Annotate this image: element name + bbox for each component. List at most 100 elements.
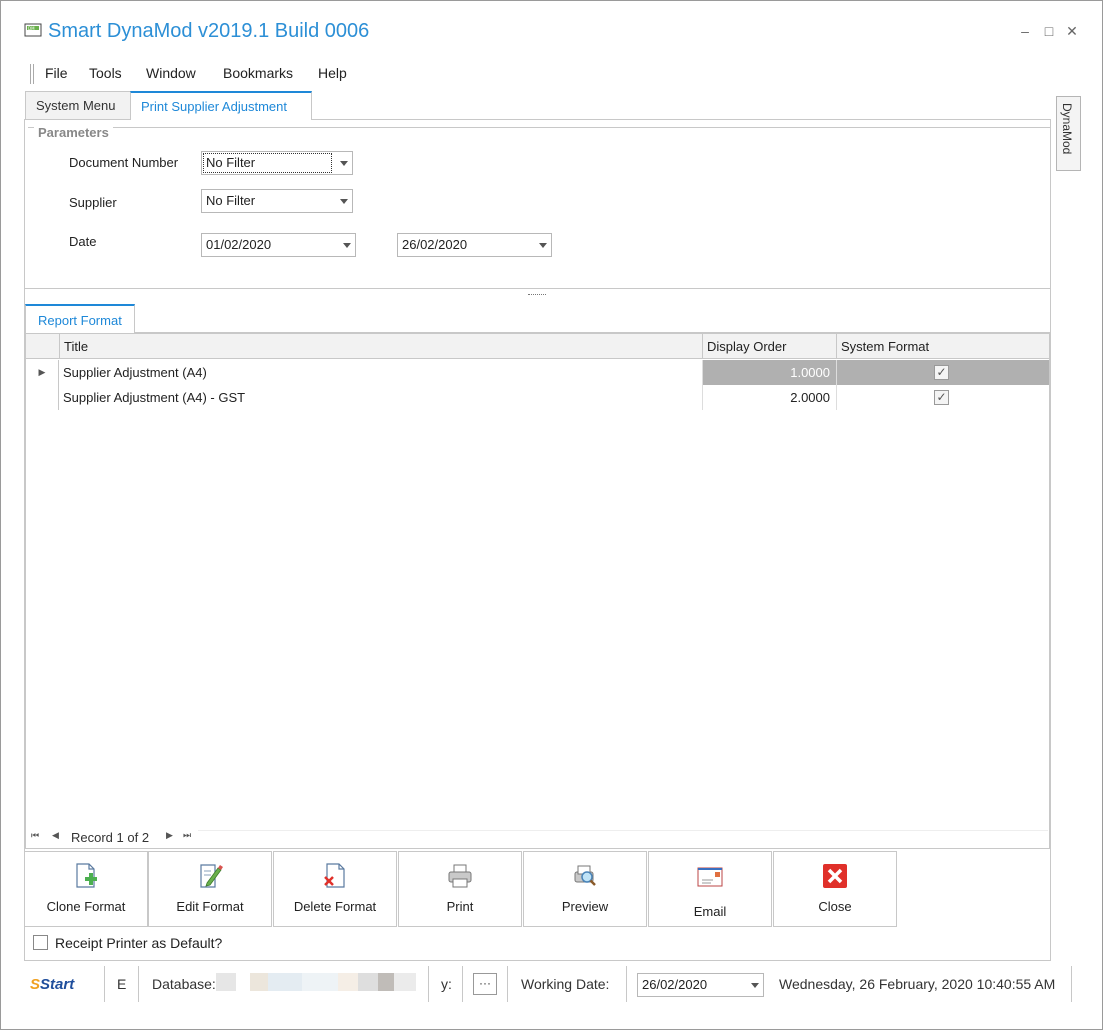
column-header-title[interactable]: Title: [59, 334, 702, 359]
previous-record-icon[interactable]: ◀: [52, 830, 59, 841]
system-format-checkbox[interactable]: ✓: [934, 390, 949, 405]
document-number-combo[interactable]: No Filter: [201, 151, 353, 175]
cell-display-order: 1.0000: [702, 360, 836, 385]
email-label: Email: [693, 904, 727, 919]
table-row[interactable]: ▶ Supplier Adjustment (A4) 1.0000 ✓: [26, 360, 1049, 385]
chevron-down-icon: [343, 243, 351, 248]
record-count-text: Record 1 of 2: [71, 830, 150, 845]
close-window-button[interactable]: ✕: [1063, 22, 1081, 40]
splitter-grip[interactable]: [528, 294, 546, 296]
date-to-value: 26/02/2020: [402, 237, 468, 252]
chevron-down-icon: [340, 161, 348, 166]
start-button[interactable]: SStart: [30, 976, 74, 993]
status-separator: [138, 966, 139, 1002]
edit-document-icon: [200, 864, 223, 888]
splitter[interactable]: [25, 288, 1050, 289]
first-record-icon[interactable]: ⏮: [31, 830, 39, 841]
receipt-printer-label: Receipt Printer as Default?: [55, 935, 223, 951]
printer-icon: [448, 864, 472, 888]
delete-format-label: Delete Format: [293, 899, 377, 914]
menu-bookmarks[interactable]: Bookmarks: [223, 65, 293, 81]
cell-display-order: 2.0000: [702, 385, 836, 410]
menu-help[interactable]: Help: [318, 65, 347, 81]
side-tab-dynamod[interactable]: DynaMod: [1056, 96, 1081, 171]
working-date-combo[interactable]: 26/02/2020: [637, 973, 764, 997]
minimize-button[interactable]: –: [1016, 22, 1034, 40]
last-record-icon[interactable]: ⏭: [183, 830, 191, 841]
side-tab-label: DynaMod: [1060, 103, 1074, 155]
parameters-group: [28, 127, 1050, 287]
document-number-label: Document Number: [69, 155, 179, 170]
cell-system-format: ✓: [836, 360, 1049, 385]
clone-format-label: Clone Format: [46, 899, 126, 914]
email-button[interactable]: Email: [648, 851, 772, 927]
working-date-value: 26/02/2020: [642, 977, 708, 992]
status-separator: [507, 966, 508, 1002]
focus-indicator: [203, 153, 332, 173]
status-separator: [428, 966, 429, 1002]
supplier-label: Supplier: [69, 195, 117, 210]
start-logo-icon: S: [30, 976, 41, 993]
supplier-combo[interactable]: No Filter: [201, 189, 353, 213]
column-header-system-format[interactable]: System Format: [836, 334, 1049, 359]
date-from-value: 01/02/2020: [206, 237, 272, 252]
date-to-combo[interactable]: 26/02/2020: [397, 233, 552, 257]
print-button[interactable]: Print: [398, 851, 522, 927]
status-y-label: y:: [441, 976, 452, 992]
cell-title: Supplier Adjustment (A4): [63, 365, 207, 380]
chevron-down-icon: [340, 199, 348, 204]
delete-format-button[interactable]: Delete Format: [273, 851, 397, 927]
next-record-icon[interactable]: ▶: [166, 830, 173, 841]
preview-magnifier-icon: [574, 865, 596, 886]
status-e-label: E: [117, 976, 127, 992]
svg-text:DM: DM: [28, 26, 35, 31]
preview-button[interactable]: Preview: [523, 851, 647, 927]
app-title: Smart DynaMod v2019.1 Build 0006: [48, 20, 370, 42]
envelope-icon: [697, 867, 723, 887]
chevron-down-icon: [539, 243, 547, 248]
status-separator: [104, 966, 105, 1002]
clone-format-button[interactable]: Clone Format: [24, 851, 148, 927]
database-label: Database:: [152, 976, 216, 992]
close-button[interactable]: Close: [773, 851, 897, 927]
menu-grip: [30, 64, 34, 84]
tab-report-format[interactable]: Report Format: [25, 304, 135, 333]
database-value-redacted: [216, 973, 416, 991]
receipt-printer-checkbox[interactable]: [33, 935, 48, 950]
preview-label: Preview: [561, 899, 609, 914]
menu-file[interactable]: File: [45, 65, 68, 81]
column-header-display-order[interactable]: Display Order: [702, 334, 836, 359]
current-datetime: Wednesday, 26 February, 2020 10:40:55 AM: [779, 976, 1056, 992]
ellipsis-button[interactable]: ···: [473, 973, 497, 995]
status-separator: [462, 966, 463, 1002]
report-format-grid: [25, 333, 1050, 849]
close-label: Close: [818, 899, 852, 914]
chevron-down-icon: [751, 983, 759, 988]
date-from-combo[interactable]: 01/02/2020: [201, 233, 356, 257]
date-label: Date: [69, 234, 97, 249]
edit-format-button[interactable]: Edit Format: [148, 851, 272, 927]
horizontal-scrollbar[interactable]: [198, 830, 1048, 846]
table-row[interactable]: Supplier Adjustment (A4) - GST 2.0000 ✓: [26, 385, 1049, 410]
close-red-icon: [823, 864, 847, 888]
maximize-button[interactable]: □: [1040, 22, 1058, 40]
system-format-checkbox[interactable]: ✓: [934, 365, 949, 380]
app-logo-icon: DM: [24, 23, 42, 37]
row-indicator: [26, 385, 59, 410]
edit-format-label: Edit Format: [176, 899, 244, 914]
tab-system-menu[interactable]: System Menu: [25, 91, 131, 119]
start-label: Start: [40, 976, 75, 993]
row-indicator-arrow-icon: ▶: [26, 360, 59, 385]
menu-window[interactable]: Window: [146, 65, 196, 81]
cell-system-format: ✓: [836, 385, 1049, 410]
delete-document-icon: [324, 863, 345, 888]
cell-title: Supplier Adjustment (A4) - GST: [63, 390, 246, 405]
supplier-value: No Filter: [206, 193, 256, 208]
print-label: Print: [446, 899, 474, 914]
status-separator: [626, 966, 627, 1002]
parameters-legend: Parameters: [34, 125, 113, 140]
tab-print-supplier-adjustment[interactable]: Print Supplier Adjustment: [130, 91, 312, 120]
status-separator: [1071, 966, 1072, 1002]
working-date-label: Working Date:: [521, 976, 610, 992]
menu-tools[interactable]: Tools: [89, 65, 122, 81]
